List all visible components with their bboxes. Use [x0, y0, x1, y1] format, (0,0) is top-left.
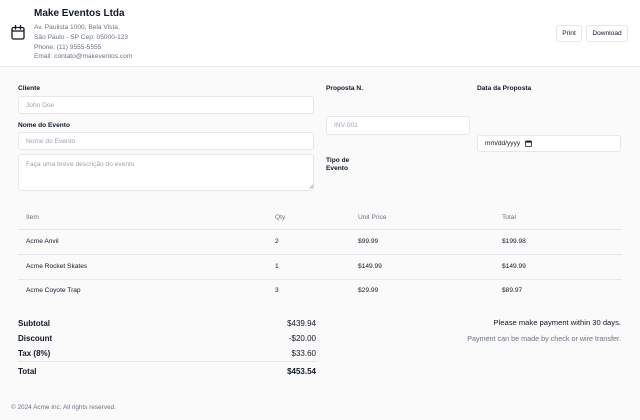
nome-evento-label: Nome do Evento	[18, 122, 71, 129]
data-proposta-input[interactable]: mm/dd/yyyy	[477, 135, 621, 152]
resize-grip-icon[interactable]	[309, 184, 314, 189]
cliente-label: Cliente	[18, 85, 40, 92]
row-total: $149.99	[502, 263, 526, 270]
company-address: Av. Paulista 1000, Bela Vista, São Paulo…	[34, 23, 132, 62]
email-line: Email: contato@makeventos.com	[34, 53, 133, 61]
tax-value: $33.60	[291, 349, 316, 358]
discount-label: Discount	[18, 334, 53, 343]
tax-label: Tax (8%)	[18, 349, 51, 358]
subtotal-label: Subtotal	[18, 319, 50, 328]
total-label: Total	[18, 367, 37, 376]
total-value: $453.54	[287, 367, 316, 376]
invoice-header: Make Eventos Ltda Av. Paulista 1000, Bel…	[0, 0, 640, 67]
tipo-evento-label-line: Tipo de	[326, 157, 350, 164]
row-unit-price: $29.99	[358, 287, 379, 294]
discount-value: -$20.00	[288, 334, 316, 343]
table-divider	[18, 229, 622, 230]
row-total: $199.98	[502, 238, 526, 245]
row-qty: 3	[275, 287, 279, 294]
address-line: São Paulo - SP Cep: 05000-123	[34, 33, 129, 41]
row-unit-price: $99.99	[358, 238, 379, 245]
invoice-body: Cliente Nome do Evento Proposta N. Tipo …	[0, 67, 640, 420]
data-proposta-label: Data da Proposta	[477, 85, 532, 92]
footer-copyright: © 2024 Acme Inc. All rights reserved.	[11, 404, 116, 411]
tipo-evento-label: Tipo de Evento	[326, 157, 349, 173]
phone-line: Phone: (11) 9555-5555	[34, 43, 102, 51]
company-name: Make Eventos Ltda	[34, 8, 125, 19]
print-button[interactable]: Print	[556, 25, 582, 42]
proposta-input[interactable]	[326, 116, 470, 135]
column-header-total: Total	[502, 214, 516, 221]
download-button[interactable]: Download	[586, 25, 628, 42]
table-divider	[18, 279, 622, 280]
column-header-unit-price: Unit Price	[358, 214, 387, 221]
payment-methods: Payment can be made by check or wire tra…	[467, 334, 621, 343]
descricao-textarea[interactable]	[18, 154, 314, 191]
address-line: Av. Paulista 1000, Bela Vista,	[34, 24, 120, 31]
row-total: $89.97	[502, 287, 523, 294]
row-item: Acme Rocket Skates	[26, 263, 88, 270]
calendar-icon	[11, 25, 25, 40]
row-qty: 2	[275, 238, 279, 245]
cliente-input[interactable]	[18, 96, 314, 114]
table-divider	[18, 254, 622, 255]
nome-evento-input[interactable]	[18, 132, 314, 150]
calendar-small-icon[interactable]	[525, 140, 533, 147]
column-header-item: Item	[26, 214, 39, 221]
row-qty: 1	[275, 263, 279, 270]
row-unit-price: $149.99	[358, 263, 382, 270]
row-item: Acme Coyote Trap	[26, 287, 81, 294]
subtotal-value: $439.94	[287, 319, 316, 328]
summary-divider	[18, 361, 317, 362]
payment-terms: Please make payment within 30 days.	[493, 318, 621, 327]
tipo-evento-label-line: Evento	[326, 165, 348, 172]
date-placeholder: mm/dd/yyyy	[485, 140, 521, 147]
row-item: Acme Anvil	[26, 238, 59, 245]
column-header-qty: Qty	[275, 214, 286, 221]
proposta-label: Proposta N.	[326, 85, 364, 92]
